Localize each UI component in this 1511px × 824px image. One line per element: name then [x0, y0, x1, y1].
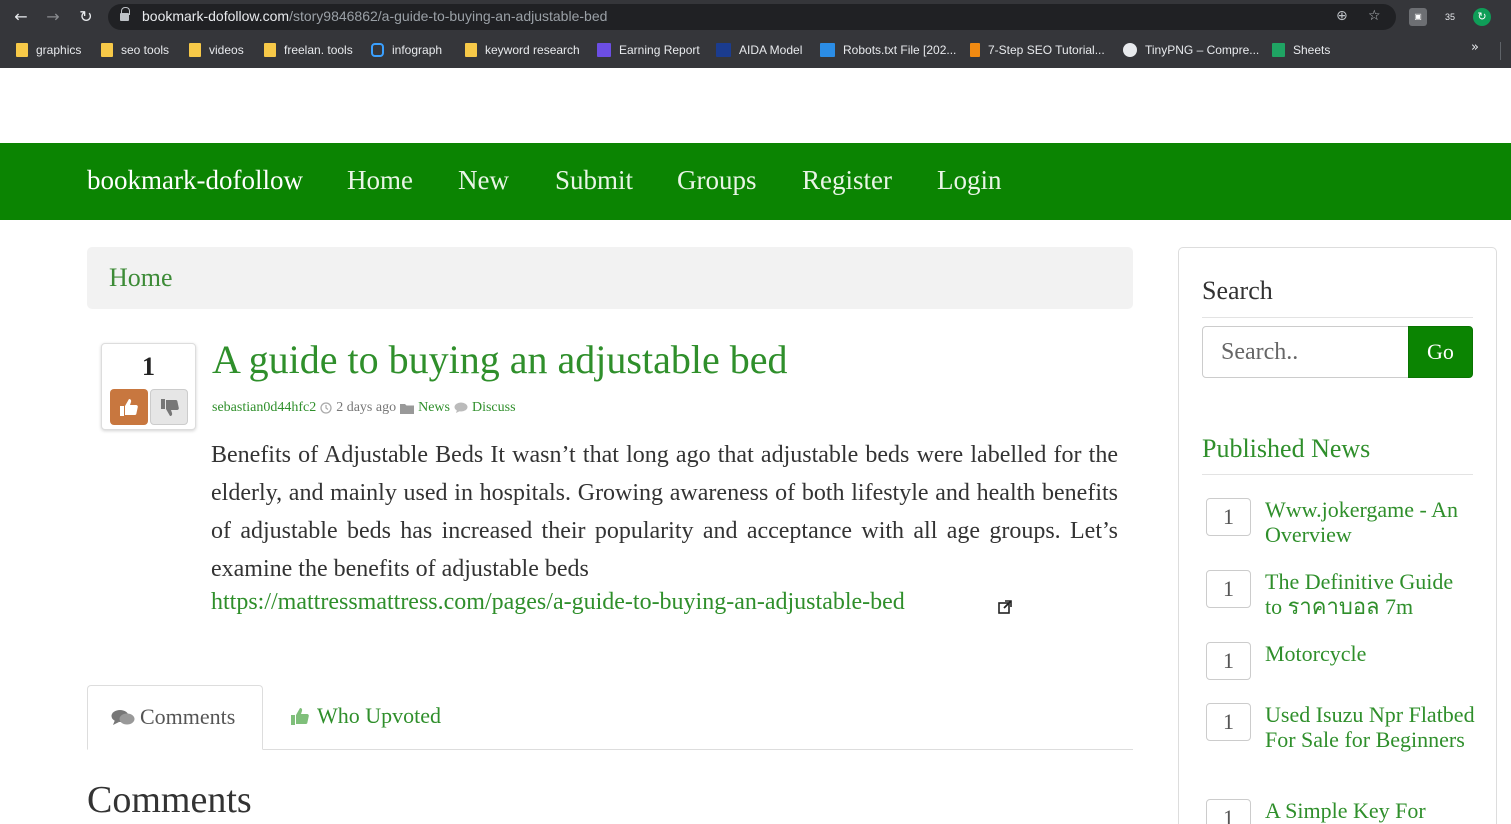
downvote-button[interactable]	[150, 389, 188, 425]
folder-icon	[189, 43, 201, 57]
divider	[1202, 474, 1473, 475]
vote-box: 1	[101, 343, 196, 430]
vote-count: 1	[142, 352, 155, 381]
tab-who-upvoted-label: Who Upvoted	[317, 703, 442, 728]
browser-chrome: ← → ↻ bookmark-dofollow.com/story9846862…	[0, 0, 1511, 68]
bookmark-freelan-tools[interactable]: freelan. tools	[264, 40, 353, 60]
bookmark-earning-report[interactable]: Earning Report	[597, 40, 700, 60]
bookmark-tinypng[interactable]: TinyPNG – Compre...	[1123, 40, 1259, 60]
news-title-link[interactable]: The Definitive Guide to ราคาบอล 7m	[1265, 569, 1475, 619]
site-navbar: bookmark-dofollow Home New Submit Groups…	[0, 143, 1511, 220]
search-go-button[interactable]: Go	[1408, 326, 1473, 378]
comments-heading: Comments	[87, 779, 252, 821]
url-text[interactable]: bookmark-dofollow.com/story9846862/a-gui…	[142, 8, 607, 24]
bookmark-infograph[interactable]: infograph	[371, 40, 442, 60]
comment-icon	[454, 402, 468, 413]
chart-icon	[716, 43, 731, 57]
clock-icon	[320, 402, 332, 414]
news-title-link[interactable]: Used Isuzu Npr Flatbed For Sale for Begi…	[1265, 702, 1475, 752]
sidebar: Search Go Published News 1 Www.jokergame…	[1178, 247, 1497, 824]
panda-icon	[1123, 43, 1137, 57]
news-title-link[interactable]: Www.jokergame - An Overview	[1265, 497, 1475, 547]
nav-login[interactable]: Login	[937, 165, 1002, 196]
folder-icon	[465, 43, 477, 57]
news-vote-count: 1	[1206, 498, 1251, 536]
back-icon[interactable]: ←	[10, 6, 32, 28]
bookmark-videos[interactable]: videos	[189, 40, 244, 60]
forward-icon[interactable]: →	[42, 6, 64, 28]
site-brand[interactable]: bookmark-dofollow	[87, 165, 303, 196]
nav-submit[interactable]: Submit	[555, 165, 633, 196]
bookmark-aida-model[interactable]: AIDA Model	[716, 40, 802, 60]
breadcrumb: Home	[87, 247, 1133, 309]
browser-toolbar: ← → ↻ bookmark-dofollow.com/story9846862…	[0, 0, 1511, 34]
nav-register[interactable]: Register	[802, 165, 892, 196]
comments-icon	[111, 710, 135, 725]
news-title-link[interactable]: Motorcycle	[1265, 641, 1475, 666]
story-url-link[interactable]: https://mattressmattress.com/pages/a-gui…	[211, 589, 905, 616]
thumbs-up-icon	[120, 399, 138, 416]
bookmarks-bar: graphics seo tools videos freelan. tools…	[0, 36, 1511, 64]
extension-badge-icon[interactable]: 35	[1441, 8, 1459, 26]
folder-icon	[400, 404, 415, 414]
grammar-extension-icon[interactable]: ↻	[1473, 8, 1491, 26]
upvote-button[interactable]	[110, 389, 148, 425]
bookmark-keyword-research[interactable]: keyword research	[465, 40, 580, 60]
news-vote-count: 1	[1206, 570, 1251, 608]
lock-icon[interactable]	[120, 7, 130, 22]
story-meta: sebastian0d44hfc2 2 days ago News Discus…	[212, 400, 516, 416]
news-vote-count: 1	[1206, 799, 1251, 824]
story-tabs: Comments Who Upvoted	[87, 685, 1133, 750]
bookmark-sheets[interactable]: Sheets	[1272, 40, 1330, 60]
bookmark-robots-txt[interactable]: Robots.txt File [202...	[820, 40, 956, 60]
story-title[interactable]: A guide to buying an adjustable bed	[212, 336, 787, 383]
address-bar[interactable]: bookmark-dofollow.com/story9846862/a-gui…	[108, 4, 1396, 30]
m-icon	[820, 43, 835, 57]
story-body: Benefits of Adjustable Beds It wasn’t th…	[211, 442, 1118, 582]
search-heading: Search	[1202, 276, 1273, 305]
folder-icon	[16, 43, 28, 57]
thumbs-up-icon	[291, 708, 309, 725]
category-link[interactable]: News	[418, 400, 450, 416]
bookmark-seo-tutorial[interactable]: 7-Step SEO Tutorial...	[970, 40, 1105, 60]
list-icon	[597, 43, 611, 57]
bookmarks-divider	[1500, 42, 1501, 60]
story-time: 2 days ago	[336, 400, 397, 415]
nav-new[interactable]: New	[458, 165, 509, 196]
published-news-heading: Published News	[1202, 434, 1371, 463]
b-icon	[970, 43, 980, 57]
breadcrumb-home[interactable]: Home	[109, 263, 173, 293]
external-link-icon[interactable]	[998, 600, 1012, 614]
search-input[interactable]	[1202, 326, 1409, 378]
bookmark-graphics[interactable]: graphics	[16, 40, 81, 60]
discuss-link[interactable]: Discuss	[472, 400, 516, 416]
tab-comments-label: Comments	[140, 704, 236, 729]
news-vote-count: 1	[1206, 703, 1251, 741]
extension-icon[interactable]: ▣	[1409, 8, 1427, 26]
sheets-icon	[1272, 43, 1285, 57]
news-vote-count: 1	[1206, 642, 1251, 680]
folder-icon	[101, 43, 113, 57]
author-link[interactable]: sebastian0d44hfc2	[212, 400, 316, 416]
tab-comments[interactable]: Comments	[87, 685, 263, 750]
folder-icon	[264, 43, 276, 57]
reload-icon[interactable]: ↻	[75, 6, 97, 28]
infograph-icon	[371, 43, 384, 57]
zoom-icon[interactable]: ⊕	[1336, 8, 1348, 24]
news-title-link[interactable]: A Simple Key For	[1265, 798, 1475, 823]
bookmark-seo-tools[interactable]: seo tools	[101, 40, 169, 60]
nav-home[interactable]: Home	[347, 165, 413, 196]
bookmarks-overflow-icon[interactable]: »	[1471, 40, 1479, 55]
divider	[1202, 317, 1473, 318]
thumbs-down-icon	[161, 399, 179, 416]
nav-groups[interactable]: Groups	[677, 165, 757, 196]
bookmark-star-icon[interactable]: ☆	[1368, 8, 1381, 24]
